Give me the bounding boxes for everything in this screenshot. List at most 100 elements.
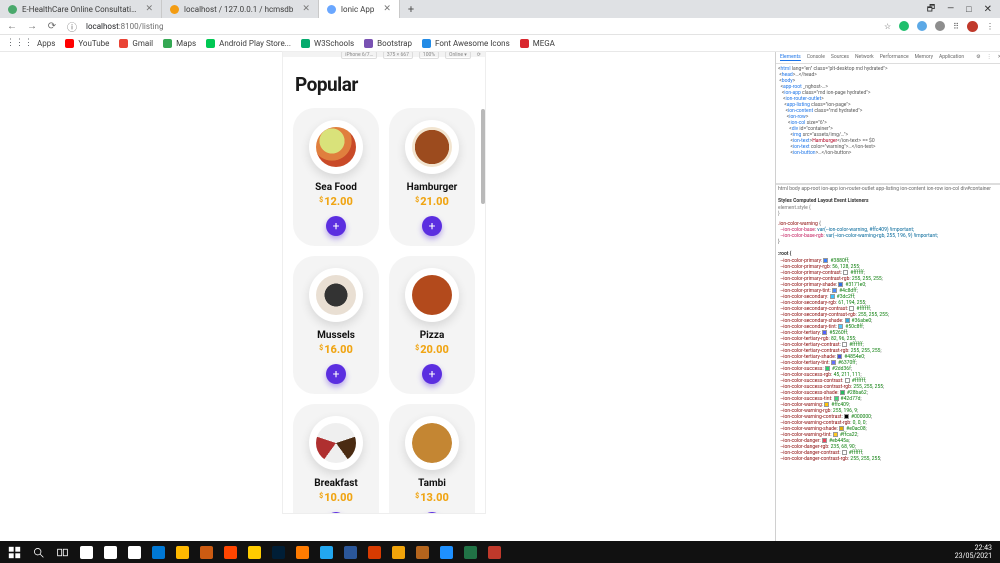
browser-tab[interactable]: Ionic App✕ bbox=[319, 0, 400, 18]
extensions-menu-icon[interactable]: ⠿ bbox=[953, 22, 959, 31]
bookmark-item[interactable]: YouTube bbox=[65, 39, 109, 48]
product-name: Mussels bbox=[317, 330, 355, 341]
start-button[interactable] bbox=[4, 544, 24, 560]
add-to-cart-button[interactable]: + bbox=[326, 216, 346, 236]
taskbar-app-icon[interactable] bbox=[124, 544, 144, 560]
url-display[interactable]: localhost:8100/listing bbox=[86, 22, 876, 31]
product-card[interactable]: Pizza $20.00 + bbox=[389, 256, 475, 394]
bookmarks-bar: ⋮⋮⋮Apps YouTube Gmail Maps Android Play Stor… bbox=[0, 35, 1000, 52]
bookmark-favicon bbox=[163, 39, 172, 48]
devtools-tab[interactable]: Elements bbox=[780, 54, 801, 61]
window-restoredown-icon[interactable]: 🗗 bbox=[927, 1, 935, 17]
bookmark-label: W3Schools bbox=[314, 39, 354, 48]
browser-tab[interactable]: E-HealthCare Online Consultati…✕ bbox=[0, 0, 162, 18]
bookmark-item[interactable]: Android Play Store... bbox=[206, 39, 291, 48]
profile-avatar[interactable] bbox=[967, 21, 978, 32]
app-preview-area: iPhone 6/7…375 × 667100%Online ▾⟳ Popula… bbox=[0, 52, 775, 541]
taskbar-app-icon[interactable] bbox=[172, 544, 192, 560]
bookmark-item[interactable]: Font Awesome Icons bbox=[422, 39, 510, 48]
nav-reload-icon[interactable]: ⟳ bbox=[46, 21, 58, 32]
taskbar-app-icon[interactable] bbox=[76, 544, 96, 560]
devtools-tab[interactable]: Memory bbox=[915, 54, 933, 61]
taskbar-app-icon[interactable] bbox=[340, 544, 360, 560]
taskbar-app-icon[interactable] bbox=[460, 544, 480, 560]
bookmark-favicon bbox=[65, 39, 74, 48]
clock-date: 23/05/2021 bbox=[955, 552, 992, 560]
bookmark-favicon bbox=[520, 39, 529, 48]
add-to-cart-button[interactable]: + bbox=[422, 216, 442, 236]
product-card[interactable]: Hamburger $21.00 + bbox=[389, 108, 475, 246]
devtools-menu-icon[interactable]: ⋮ bbox=[987, 54, 992, 61]
window-controls: 🗗 — □ ✕ bbox=[919, 0, 1000, 18]
browser-tab[interactable]: localhost / 127.0.0.1 / hcmsdb ✕ bbox=[162, 0, 319, 18]
add-to-cart-button[interactable]: + bbox=[422, 364, 442, 384]
devtools-tab[interactable]: Application bbox=[939, 54, 964, 61]
window-minimize-icon[interactable]: — bbox=[947, 4, 954, 14]
tab-close-icon[interactable]: ✕ bbox=[383, 4, 391, 14]
devtools-breadcrumb[interactable]: html body app-root ion-app ion-router-ou… bbox=[776, 184, 1000, 193]
taskbar-app-icon[interactable] bbox=[292, 544, 312, 560]
product-card[interactable]: Breakfast $10.00 + bbox=[293, 404, 379, 513]
bookmark-star-icon[interactable]: ☆ bbox=[884, 22, 891, 31]
product-card[interactable]: Tambi $13.00 + bbox=[389, 404, 475, 513]
chrome-menu-icon[interactable]: ⋮ bbox=[986, 22, 994, 31]
bookmark-item[interactable]: MEGA bbox=[520, 39, 555, 48]
product-image bbox=[309, 416, 363, 470]
taskbar-app-icon[interactable] bbox=[412, 544, 432, 560]
window-close-icon[interactable]: ✕ bbox=[984, 4, 992, 15]
devtools-tab[interactable]: Console bbox=[807, 54, 825, 61]
tab-close-icon[interactable]: ✕ bbox=[302, 4, 310, 14]
tab-close-icon[interactable]: ✕ bbox=[145, 4, 153, 14]
devtools-tab[interactable]: Performance bbox=[880, 54, 909, 61]
bookmark-item[interactable]: W3Schools bbox=[301, 39, 354, 48]
product-image bbox=[405, 120, 459, 174]
product-name: Pizza bbox=[420, 330, 445, 341]
taskbar-app-icon[interactable] bbox=[484, 544, 504, 560]
section-title: Popular bbox=[295, 73, 475, 96]
bookmark-label: Font Awesome Icons bbox=[435, 39, 510, 48]
taskbar-app-icon[interactable] bbox=[268, 544, 288, 560]
extension-icon[interactable] bbox=[899, 21, 909, 31]
add-to-cart-button[interactable]: + bbox=[326, 364, 346, 384]
apps-shortcut[interactable]: ⋮⋮⋮Apps bbox=[6, 38, 55, 48]
url-path: :8100/listing bbox=[119, 22, 164, 31]
taskbar-app-icon[interactable] bbox=[220, 544, 240, 560]
apps-grid-icon: ⋮⋮⋮ bbox=[6, 38, 33, 48]
extension-icon[interactable] bbox=[935, 21, 945, 31]
window-maximize-icon[interactable]: □ bbox=[966, 4, 971, 15]
product-image bbox=[309, 268, 363, 322]
search-icon[interactable] bbox=[28, 544, 48, 560]
tab-title: localhost / 127.0.0.1 / hcmsdb bbox=[184, 5, 293, 14]
taskbar-app-icon[interactable] bbox=[388, 544, 408, 560]
product-card[interactable]: Sea Food $12.00 + bbox=[293, 108, 379, 246]
extension-icon[interactable] bbox=[917, 21, 927, 31]
bookmark-item[interactable]: Gmail bbox=[119, 39, 153, 48]
bookmark-item[interactable]: Bootstrap bbox=[364, 39, 412, 48]
taskview-icon[interactable] bbox=[52, 544, 72, 560]
new-tab-button[interactable]: + bbox=[400, 0, 422, 18]
site-info-icon[interactable]: ⓘ bbox=[66, 19, 78, 34]
bookmark-item[interactable]: Maps bbox=[163, 39, 196, 48]
taskbar-app-icon[interactable] bbox=[364, 544, 384, 560]
devtools-elements-tree[interactable]: <html lang="en" class="plt-desktop md hy… bbox=[776, 64, 1000, 184]
devtools-tab[interactable]: Sources bbox=[831, 54, 849, 61]
system-clock[interactable]: 22:43 23/05/2021 bbox=[955, 544, 996, 560]
taskbar-app-icon[interactable] bbox=[436, 544, 456, 560]
taskbar-app-icon[interactable] bbox=[244, 544, 264, 560]
add-to-cart-button[interactable]: + bbox=[326, 512, 346, 513]
bookmark-label: Android Play Store... bbox=[219, 39, 291, 48]
product-price: $16.00 bbox=[319, 343, 353, 356]
devtools-settings-icon[interactable]: ⚙ bbox=[976, 54, 980, 61]
devtools-tab[interactable]: Network bbox=[855, 54, 874, 61]
taskbar-app-icon[interactable] bbox=[316, 544, 336, 560]
product-price: $20.00 bbox=[415, 343, 449, 356]
taskbar-app-icon[interactable] bbox=[148, 544, 168, 560]
scrollbar-thumb[interactable] bbox=[481, 109, 485, 204]
devtools-styles-pane[interactable]: Styles Computed Layout Event Listenersel… bbox=[776, 193, 1000, 541]
taskbar-app-icon[interactable] bbox=[196, 544, 216, 560]
nav-back-icon[interactable]: ← bbox=[6, 21, 18, 32]
add-to-cart-button[interactable]: + bbox=[422, 512, 442, 513]
nav-fwd-icon[interactable]: → bbox=[26, 21, 38, 32]
product-card[interactable]: Mussels $16.00 + bbox=[293, 256, 379, 394]
taskbar-app-icon[interactable] bbox=[100, 544, 120, 560]
